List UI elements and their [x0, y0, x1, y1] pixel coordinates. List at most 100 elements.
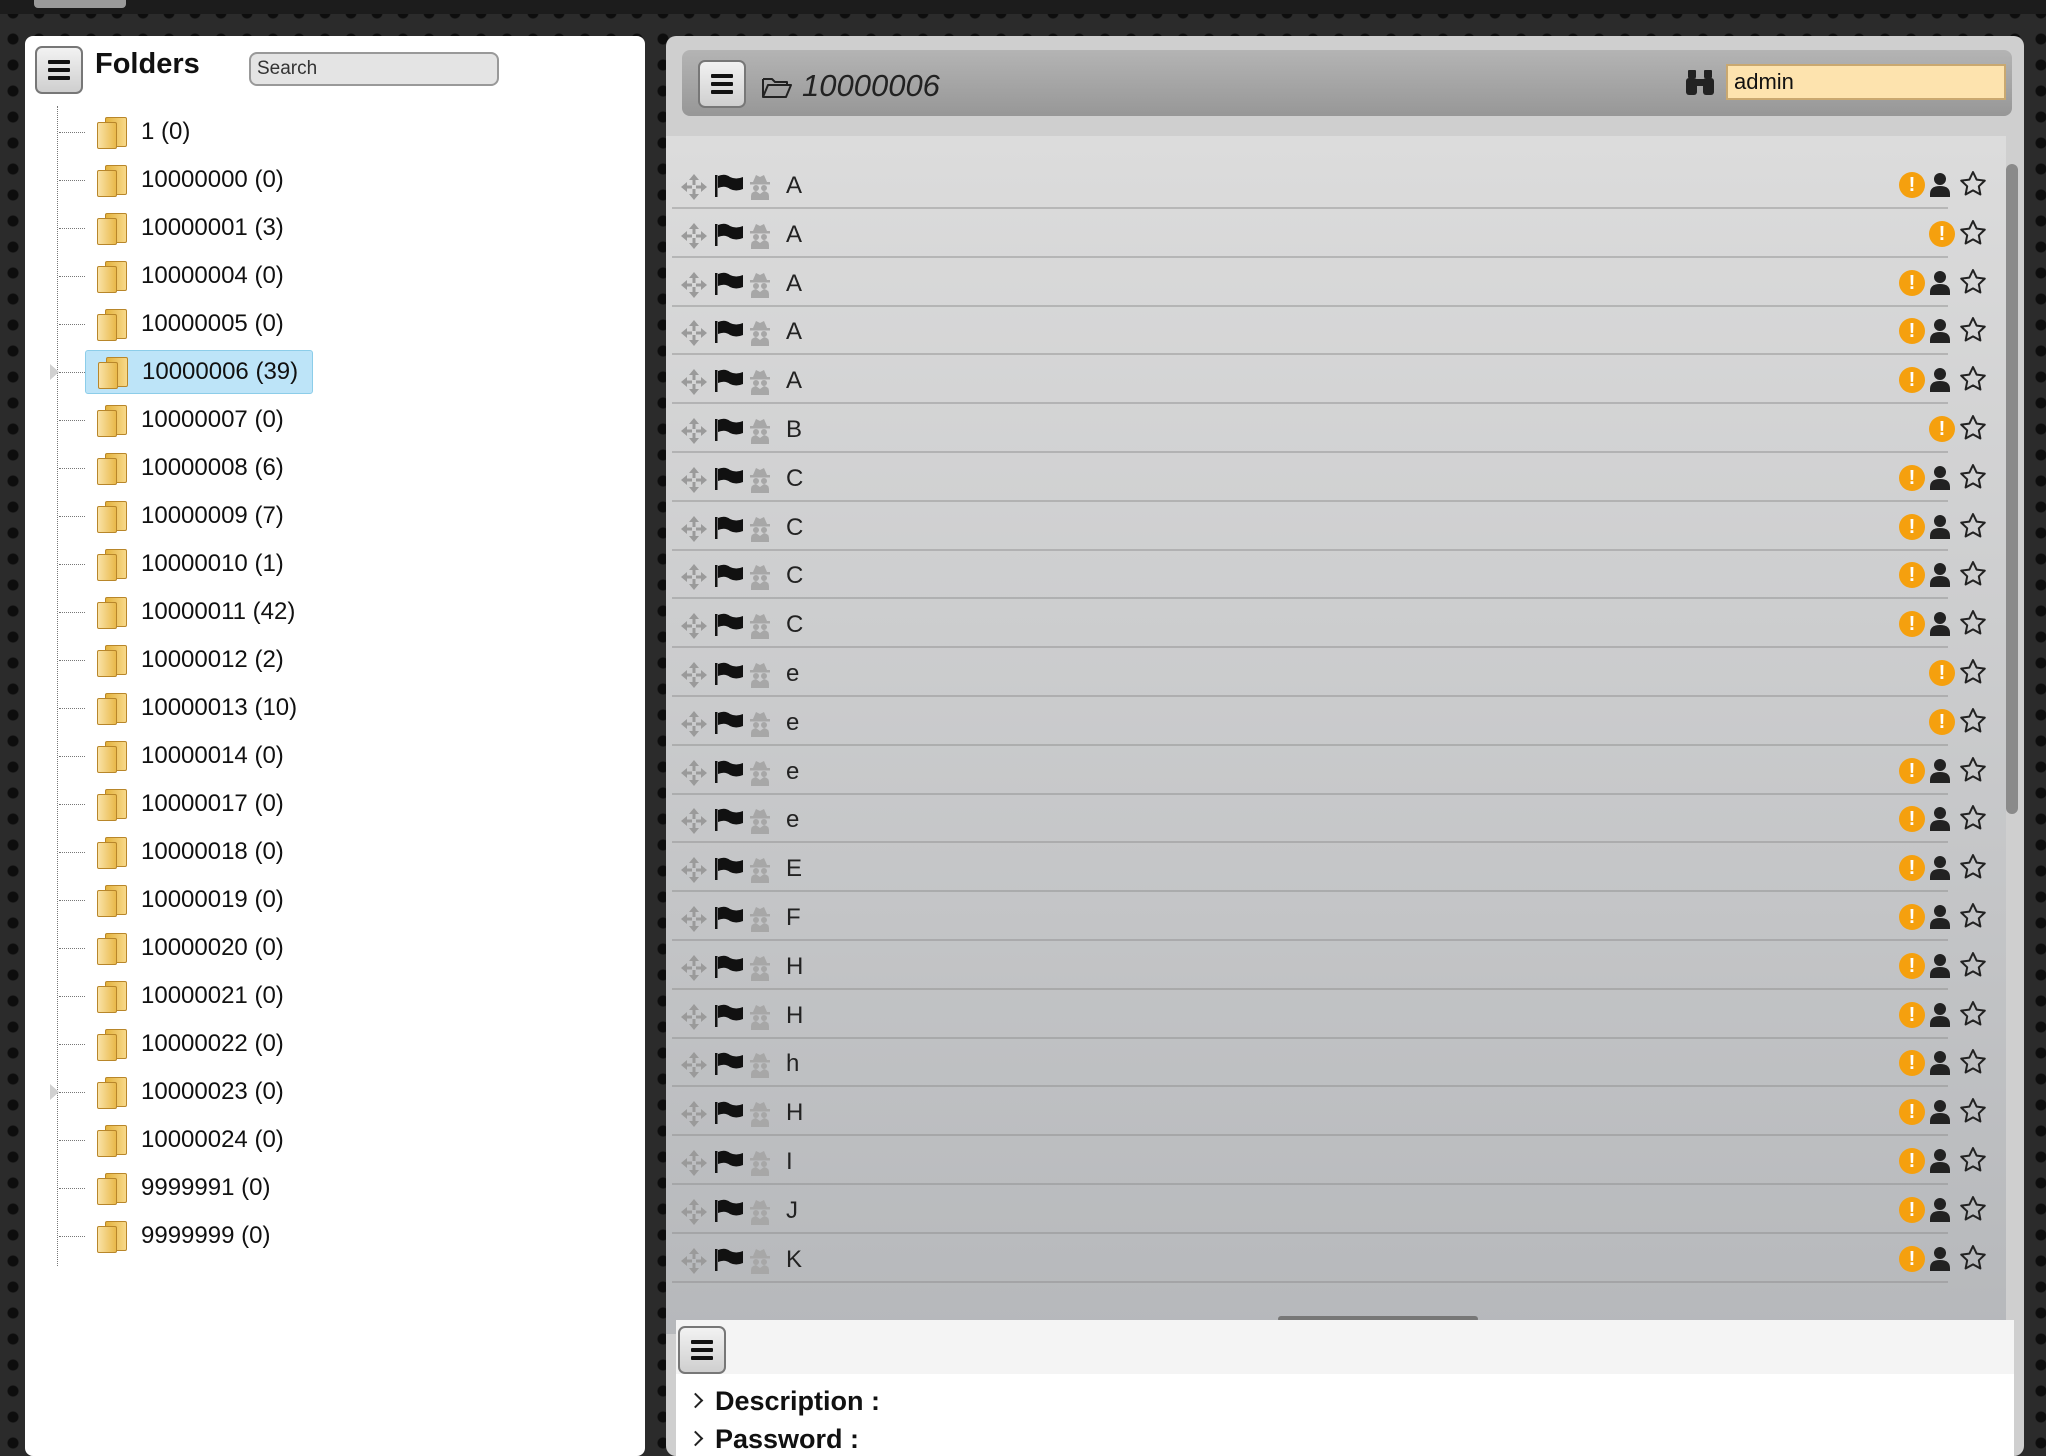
spy-icon[interactable] — [748, 1100, 772, 1128]
flag-icon[interactable] — [714, 369, 744, 393]
folder-node[interactable]: 10000024 (0) — [25, 1116, 625, 1164]
spy-icon[interactable] — [748, 1149, 772, 1177]
spy-icon[interactable] — [748, 173, 772, 201]
item-label[interactable]: H — [786, 953, 803, 981]
flag-icon[interactable] — [714, 857, 744, 881]
spy-icon[interactable] — [748, 807, 772, 835]
folder-node-box[interactable]: 10000017 (0) — [85, 782, 298, 826]
star-icon[interactable] — [1959, 658, 1987, 686]
item-row[interactable]: I! — [672, 1136, 2002, 1185]
star-icon[interactable] — [1959, 1244, 1987, 1272]
folder-node-box[interactable]: 10000022 (0) — [85, 1022, 298, 1066]
spy-icon[interactable] — [748, 368, 772, 396]
item-row[interactable]: K! — [672, 1234, 2002, 1283]
folder-node[interactable]: 1 (0) — [25, 108, 625, 156]
item-row[interactable]: e! — [672, 697, 2002, 746]
folders-menu-button[interactable] — [35, 46, 83, 94]
item-label[interactable]: A — [786, 172, 802, 200]
folder-node[interactable]: 10000017 (0) — [25, 780, 625, 828]
folder-node[interactable]: 10000013 (10) — [25, 684, 625, 732]
folder-node[interactable]: 10000018 (0) — [25, 828, 625, 876]
folder-node-box[interactable]: 10000021 (0) — [85, 974, 298, 1018]
move-icon[interactable] — [680, 1149, 708, 1177]
move-icon[interactable] — [680, 1100, 708, 1128]
item-label[interactable]: F — [786, 904, 801, 932]
move-icon[interactable] — [680, 466, 708, 494]
spy-icon[interactable] — [748, 905, 772, 933]
star-icon[interactable] — [1959, 414, 1987, 442]
flag-icon[interactable] — [714, 516, 744, 540]
spy-icon[interactable] — [748, 466, 772, 494]
move-icon[interactable] — [680, 954, 708, 982]
folder-node-box[interactable]: 9999999 (0) — [85, 1214, 284, 1258]
folder-node-box[interactable]: 10000001 (3) — [85, 206, 298, 250]
folder-node[interactable]: 10000019 (0) — [25, 876, 625, 924]
star-icon[interactable] — [1959, 1048, 1987, 1076]
item-label[interactable]: K — [786, 1246, 802, 1274]
flag-icon[interactable] — [714, 174, 744, 198]
spy-icon[interactable] — [748, 710, 772, 738]
folder-search-input[interactable] — [249, 52, 499, 86]
star-icon[interactable] — [1959, 1146, 1987, 1174]
move-icon[interactable] — [680, 222, 708, 250]
item-label[interactable]: e — [786, 709, 799, 737]
folder-node-box[interactable]: 10000008 (6) — [85, 446, 298, 490]
item-row[interactable]: E! — [672, 843, 2002, 893]
star-icon[interactable] — [1959, 804, 1987, 832]
folder-node[interactable]: 10000020 (0) — [25, 924, 625, 972]
folder-node-box[interactable]: 10000005 (0) — [85, 302, 298, 346]
spy-icon[interactable] — [748, 1003, 772, 1031]
flag-icon[interactable] — [714, 272, 744, 296]
folder-node[interactable]: 10000001 (3) — [25, 204, 625, 252]
user-filter-input[interactable] — [1726, 64, 2006, 100]
item-row[interactable]: e! — [672, 648, 2002, 697]
item-row[interactable]: A! — [672, 209, 2002, 258]
item-label[interactable]: J — [786, 1197, 798, 1225]
item-label[interactable]: e — [786, 660, 799, 688]
item-label[interactable]: A — [786, 318, 802, 346]
item-label[interactable]: e — [786, 758, 799, 786]
star-icon[interactable] — [1959, 560, 1987, 588]
item-row[interactable]: H! — [672, 941, 2002, 990]
star-icon[interactable] — [1959, 170, 1987, 198]
move-icon[interactable] — [680, 319, 708, 347]
move-icon[interactable] — [680, 759, 708, 787]
move-icon[interactable] — [680, 271, 708, 299]
move-icon[interactable] — [680, 661, 708, 689]
folder-node[interactable]: 10000023 (0) — [25, 1068, 625, 1116]
flag-icon[interactable] — [714, 906, 744, 930]
spy-icon[interactable] — [748, 1247, 772, 1275]
flag-icon[interactable] — [714, 711, 744, 735]
folder-node[interactable]: 10000005 (0) — [25, 300, 625, 348]
item-row[interactable]: C! — [672, 502, 2002, 551]
expand-arrow-icon[interactable] — [50, 364, 59, 380]
item-row[interactable]: C! — [672, 550, 2002, 600]
flag-icon[interactable] — [714, 418, 744, 442]
item-label[interactable]: C — [786, 514, 803, 542]
flag-icon[interactable] — [714, 320, 744, 344]
folder-node[interactable]: 10000004 (0) — [25, 252, 625, 300]
flag-icon[interactable] — [714, 955, 744, 979]
folder-node[interactable]: 9999999 (0) — [25, 1212, 625, 1260]
star-icon[interactable] — [1959, 512, 1987, 540]
item-row[interactable]: C! — [672, 453, 2002, 502]
move-icon[interactable] — [680, 173, 708, 201]
item-row[interactable]: J! — [672, 1185, 2002, 1234]
star-icon[interactable] — [1959, 1195, 1987, 1223]
move-icon[interactable] — [680, 1003, 708, 1031]
folder-node-box[interactable]: 10000023 (0) — [85, 1070, 298, 1114]
move-icon[interactable] — [680, 368, 708, 396]
folder-node-box[interactable]: 10000007 (0) — [85, 398, 298, 442]
star-icon[interactable] — [1959, 1097, 1987, 1125]
star-icon[interactable] — [1959, 609, 1987, 637]
star-icon[interactable] — [1959, 463, 1987, 491]
folder-node[interactable]: 10000006 (39) — [25, 348, 625, 396]
move-icon[interactable] — [680, 1247, 708, 1275]
item-label[interactable]: H — [786, 1002, 803, 1030]
folder-node-box[interactable]: 10000011 (42) — [85, 590, 309, 634]
spy-icon[interactable] — [748, 759, 772, 787]
star-icon[interactable] — [1959, 1000, 1987, 1028]
move-icon[interactable] — [680, 856, 708, 884]
password-section[interactable]: Password : — [687, 1424, 859, 1455]
item-row[interactable]: e! — [672, 794, 2002, 844]
